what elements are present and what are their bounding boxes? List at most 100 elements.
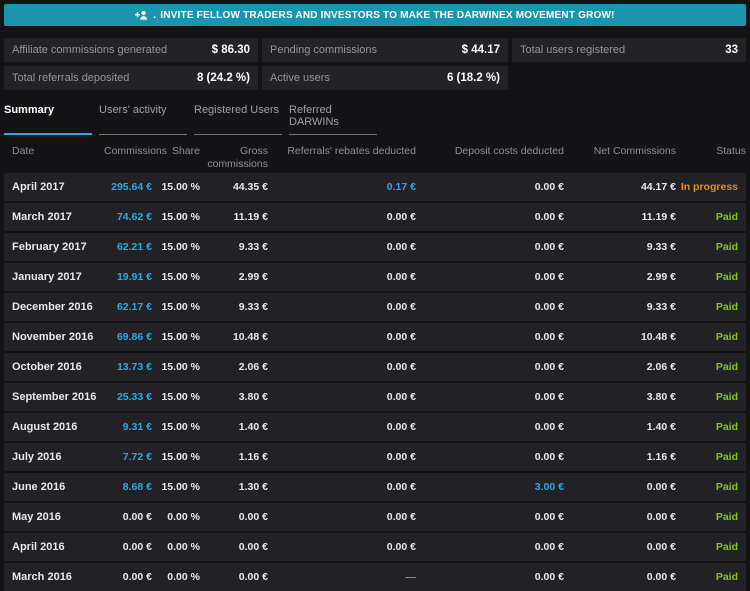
cell-date: March 2016 xyxy=(4,571,104,583)
cell-date: August 2016 xyxy=(4,421,104,433)
column-header-status: Status xyxy=(676,141,746,158)
cell-referrals-rebates-deducted: 0.00 € xyxy=(268,421,416,433)
stat-value: 8 (24.2 %) xyxy=(197,72,250,84)
cell-commissions: 69.86 € xyxy=(104,331,152,343)
stat-value: 33 xyxy=(725,44,738,56)
stat-pending-commissions: Pending commissions $ 44.17 xyxy=(262,38,508,62)
invite-banner-button[interactable]: . INVITE FELLOW TRADERS AND INVESTORS TO… xyxy=(4,4,746,26)
table-row[interactable]: August 2016 9.31 € 15.00 % 1.40 € 0.00 €… xyxy=(4,413,746,441)
cell-date: December 2016 xyxy=(4,301,104,313)
cell-status: Paid xyxy=(676,451,746,463)
cell-gross-commissions: 9.33 € xyxy=(200,241,268,253)
cell-share: 15.00 % xyxy=(152,241,200,253)
cell-status: Paid xyxy=(676,331,746,343)
tab-registered-users[interactable]: Registered Users xyxy=(194,104,282,135)
tab-summary[interactable]: Summary xyxy=(4,104,92,135)
table-row[interactable]: July 2016 7.72 € 15.00 % 1.16 € 0.00 € 0… xyxy=(4,443,746,471)
cell-commissions: 62.21 € xyxy=(104,241,152,253)
cell-status: Paid xyxy=(676,391,746,403)
table-row[interactable]: April 2017 295.64 € 15.00 % 44.35 € 0.17… xyxy=(4,173,746,201)
cell-gross-commissions: 0.00 € xyxy=(200,571,268,583)
cell-gross-commissions: 2.06 € xyxy=(200,361,268,373)
stat-active-users: Active users 6 (18.2 %) xyxy=(262,66,508,90)
cell-referrals-rebates-deducted: 0.17 € xyxy=(268,181,416,193)
tab-bar: Summary Users' activity Registered Users… xyxy=(4,104,746,135)
cell-net-commissions: 2.99 € xyxy=(564,271,676,283)
cell-gross-commissions: 1.30 € xyxy=(200,481,268,493)
cell-deposit-costs-deducted: 0.00 € xyxy=(416,391,564,403)
cell-referrals-rebates-deducted: 0.00 € xyxy=(268,241,416,253)
table-row[interactable]: January 2017 19.91 € 15.00 % 2.99 € 0.00… xyxy=(4,263,746,291)
person-add-icon xyxy=(135,10,148,20)
cell-share: 15.00 % xyxy=(152,301,200,313)
table-row[interactable]: September 2016 25.33 € 15.00 % 3.80 € 0.… xyxy=(4,383,746,411)
cell-net-commissions: 1.16 € xyxy=(564,451,676,463)
cell-gross-commissions: 1.16 € xyxy=(200,451,268,463)
cell-date: May 2016 xyxy=(4,511,104,523)
cell-deposit-costs-deducted: 0.00 € xyxy=(416,451,564,463)
cell-status: Paid xyxy=(676,301,746,313)
stat-value: $ 86.30 xyxy=(212,44,250,56)
column-header-deposit-costs: Deposit costs deducted xyxy=(416,141,564,158)
cell-commissions: 74.62 € xyxy=(104,211,152,223)
table-row[interactable]: December 2016 62.17 € 15.00 % 9.33 € 0.0… xyxy=(4,293,746,321)
cell-share: 0.00 % xyxy=(152,511,200,523)
cell-net-commissions: 2.06 € xyxy=(564,361,676,373)
cell-referrals-rebates-deducted: — xyxy=(268,571,416,583)
cell-share: 0.00 % xyxy=(152,571,200,583)
stat-label: Total users registered xyxy=(520,44,625,56)
cell-commissions: 0.00 € xyxy=(104,571,152,583)
table-row[interactable]: April 2016 0.00 € 0.00 % 0.00 € 0.00 € 0… xyxy=(4,533,746,561)
cell-date: April 2016 xyxy=(4,541,104,553)
cell-net-commissions: 9.33 € xyxy=(564,241,676,253)
cell-share: 15.00 % xyxy=(152,481,200,493)
table-row[interactable]: March 2017 74.62 € 15.00 % 11.19 € 0.00 … xyxy=(4,203,746,231)
stat-affiliate-commissions: Affiliate commissions generated $ 86.30 xyxy=(4,38,258,62)
table-row[interactable]: November 2016 69.86 € 15.00 % 10.48 € 0.… xyxy=(4,323,746,351)
cell-status: Paid xyxy=(676,541,746,553)
cell-referrals-rebates-deducted: 0.00 € xyxy=(268,481,416,493)
table-row[interactable]: June 2016 8.68 € 15.00 % 1.30 € 0.00 € 3… xyxy=(4,473,746,501)
cell-share: 15.00 % xyxy=(152,421,200,433)
table-body: April 2017 295.64 € 15.00 % 44.35 € 0.17… xyxy=(4,173,746,591)
invite-banner-label: INVITE FELLOW TRADERS AND INVESTORS TO M… xyxy=(160,10,614,21)
cell-deposit-costs-deducted: 0.00 € xyxy=(416,361,564,373)
cell-net-commissions: 10.48 € xyxy=(564,331,676,343)
banner-icon-dot: . xyxy=(153,10,156,21)
cell-referrals-rebates-deducted: 0.00 € xyxy=(268,511,416,523)
table-row[interactable]: March 2016 0.00 € 0.00 % 0.00 € — 0.00 €… xyxy=(4,563,746,591)
column-header-date: Date xyxy=(4,141,104,158)
table-row[interactable]: October 2016 13.73 € 15.00 % 2.06 € 0.00… xyxy=(4,353,746,381)
cell-date: January 2017 xyxy=(4,271,104,283)
tab-referred-darwins[interactable]: Referred DARWINs xyxy=(289,104,377,135)
table-row[interactable]: May 2016 0.00 € 0.00 % 0.00 € 0.00 € 0.0… xyxy=(4,503,746,531)
cell-deposit-costs-deducted: 0.00 € xyxy=(416,301,564,313)
cell-commissions: 0.00 € xyxy=(104,511,152,523)
cell-net-commissions: 11.19 € xyxy=(564,211,676,223)
cell-date: September 2016 xyxy=(4,391,104,403)
cell-date: July 2016 xyxy=(4,451,104,463)
cell-status: Paid xyxy=(676,241,746,253)
tab-users-activity[interactable]: Users' activity xyxy=(99,104,187,135)
cell-deposit-costs-deducted: 0.00 € xyxy=(416,421,564,433)
cell-deposit-costs-deducted: 0.00 € xyxy=(416,571,564,583)
cell-referrals-rebates-deducted: 0.00 € xyxy=(268,391,416,403)
cell-share: 15.00 % xyxy=(152,391,200,403)
stat-total-referrals-deposited: Total referrals deposited 8 (24.2 %) xyxy=(4,66,258,90)
stat-total-users-registered: Total users registered 33 xyxy=(512,38,746,62)
cell-commissions: 7.72 € xyxy=(104,451,152,463)
cell-share: 15.00 % xyxy=(152,211,200,223)
column-header-gross-commissions: Gross commissions xyxy=(200,141,268,171)
table-header: Date Commissions Share Gross commissions… xyxy=(4,141,746,173)
cell-commissions: 13.73 € xyxy=(104,361,152,373)
cell-date: March 2017 xyxy=(4,211,104,223)
cell-net-commissions: 1.40 € xyxy=(564,421,676,433)
table-row[interactable]: February 2017 62.21 € 15.00 % 9.33 € 0.0… xyxy=(4,233,746,261)
stat-value: 6 (18.2 %) xyxy=(447,72,500,84)
cell-net-commissions: 0.00 € xyxy=(564,571,676,583)
cell-share: 0.00 % xyxy=(152,541,200,553)
cell-date: October 2016 xyxy=(4,361,104,373)
cell-referrals-rebates-deducted: 0.00 € xyxy=(268,331,416,343)
cell-referrals-rebates-deducted: 0.00 € xyxy=(268,271,416,283)
cell-date: June 2016 xyxy=(4,481,104,493)
